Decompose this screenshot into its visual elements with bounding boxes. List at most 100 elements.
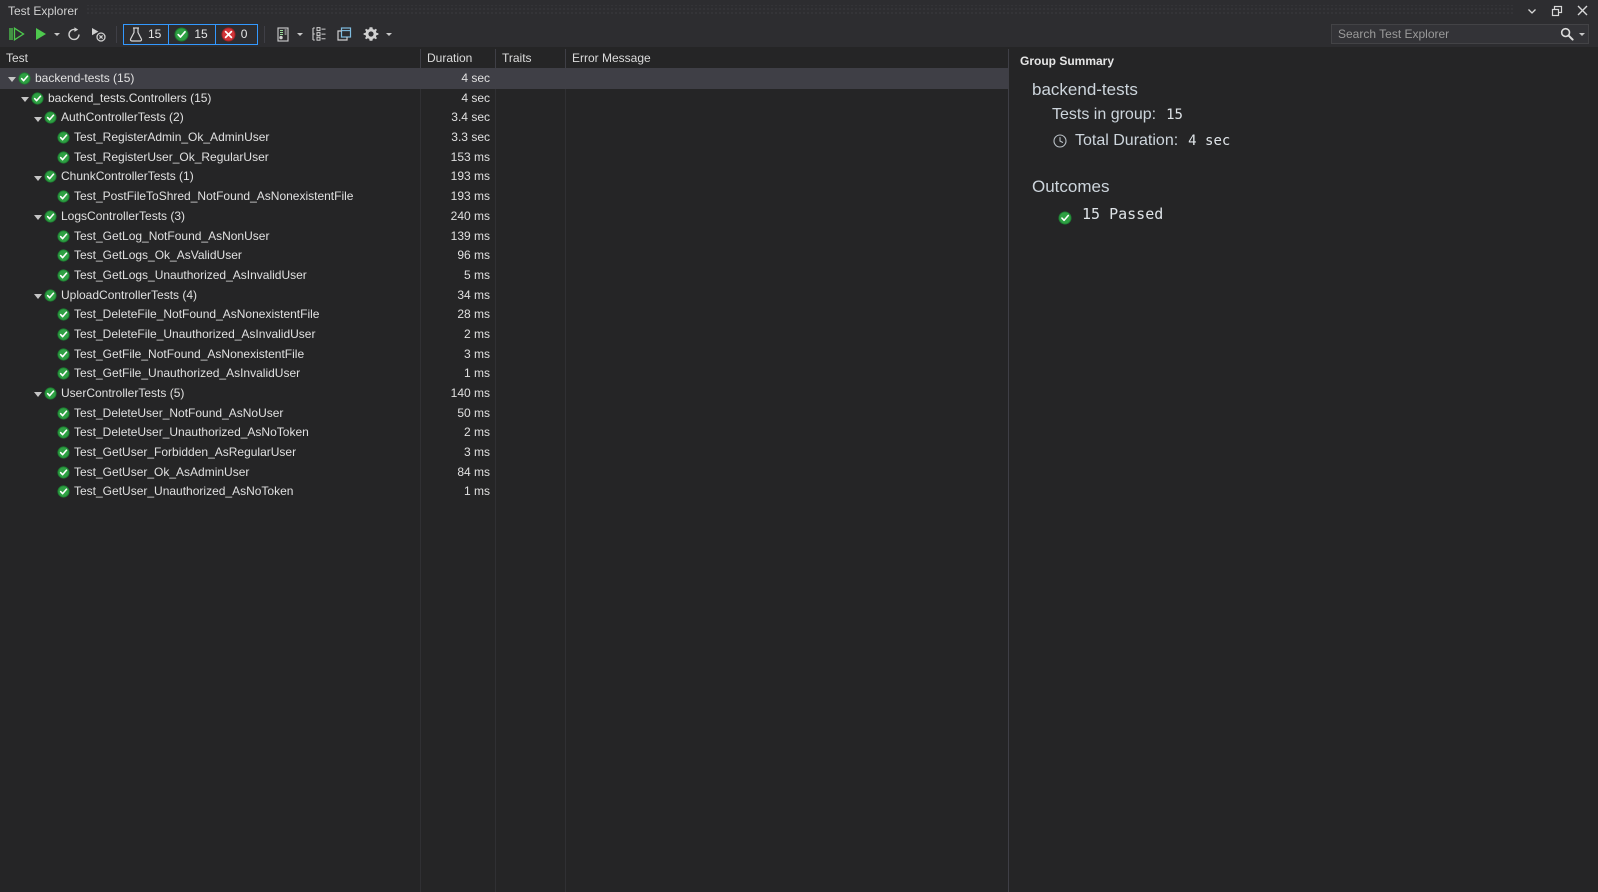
expander-triangle-icon[interactable] bbox=[32, 286, 43, 305]
test-tree-row[interactable]: AuthControllerTests (2) 3.4 sec bbox=[0, 108, 1008, 128]
failed-tests-counter[interactable]: 0 bbox=[216, 25, 257, 44]
test-duration: 3 ms bbox=[463, 346, 490, 361]
test-duration: 28 ms bbox=[457, 307, 490, 322]
test-duration: 153 ms bbox=[450, 149, 490, 164]
expander-triangle-icon[interactable] bbox=[32, 384, 43, 403]
test-name: UserControllerTests (5) bbox=[61, 386, 185, 400]
test-duration: 193 ms bbox=[450, 169, 490, 184]
test-name: backend-tests (15) bbox=[35, 71, 135, 85]
test-tree-row[interactable]: Test_DeleteUser_NotFound_AsNoUser 50 ms bbox=[0, 404, 1008, 424]
playlist-icon[interactable] bbox=[271, 23, 295, 45]
expander-triangle-icon[interactable] bbox=[6, 69, 17, 88]
passed-icon bbox=[57, 328, 71, 342]
settings-dropdown-caret[interactable] bbox=[384, 23, 395, 45]
test-tree-row[interactable]: Test_GetUser_Forbidden_AsRegularUser 3 ms bbox=[0, 443, 1008, 463]
passed-tests-counter[interactable]: 15 bbox=[169, 24, 216, 44]
test-duration: 193 ms bbox=[450, 189, 490, 204]
cancel-test-run-icon[interactable] bbox=[86, 23, 110, 45]
test-duration: 2 ms bbox=[463, 425, 490, 440]
test-name: backend_tests.Controllers (15) bbox=[48, 90, 212, 105]
gear-icon[interactable] bbox=[358, 23, 384, 45]
test-tree-row[interactable]: backend-tests (15) 4 sec bbox=[0, 69, 1008, 89]
toolbar: 15 15 0 bbox=[0, 21, 1598, 47]
test-tree-row[interactable]: Test_GetLogs_Unauthorized_AsInvalidUser 5… bbox=[0, 266, 1008, 286]
run-all-tests-icon[interactable] bbox=[5, 23, 29, 45]
expander-triangle-icon[interactable] bbox=[32, 168, 43, 187]
expander-triangle-icon[interactable] bbox=[19, 89, 30, 108]
search-icon[interactable] bbox=[1558, 27, 1576, 41]
run-tests-dropdown-caret[interactable] bbox=[51, 23, 62, 45]
passed-icon bbox=[44, 387, 58, 401]
test-tree-row[interactable]: Test_GetUser_Ok_AsAdminUser 84 ms bbox=[0, 463, 1008, 483]
test-tree-row[interactable]: Test_DeleteUser_Unauthorized_AsNoToken 2 … bbox=[0, 423, 1008, 443]
test-name: Test_GetFile_Unauthorized_AsInvalidUser bbox=[74, 366, 301, 381]
test-tree-row[interactable]: Test_DeleteFile_NotFound_AsNonexistentFi… bbox=[0, 305, 1008, 325]
restore-window-icon[interactable] bbox=[1550, 4, 1564, 18]
test-duration: 50 ms bbox=[457, 405, 490, 420]
test-name: Test_DeleteFile_NotFound_AsNonexistentFi… bbox=[74, 307, 320, 322]
pane-splitter[interactable] bbox=[1008, 49, 1009, 892]
repeat-last-run-icon[interactable] bbox=[62, 23, 86, 45]
passed-icon bbox=[57, 407, 71, 421]
test-name: Test_GetLogs_Unauthorized_AsInvalidUser bbox=[74, 267, 307, 282]
failed-tests-count: 0 bbox=[240, 27, 248, 41]
columns-icon[interactable] bbox=[332, 23, 358, 45]
test-name: Test_GetUser_Forbidden_AsRegularUser bbox=[74, 445, 297, 460]
test-tree-row[interactable]: Test_RegisterAdmin_Ok_AdminUser 3.3 sec bbox=[0, 128, 1008, 148]
passed-icon bbox=[44, 288, 58, 303]
test-tree-row[interactable]: Test_GetFile_Unauthorized_AsInvalidUser 1… bbox=[0, 364, 1008, 384]
group-summary-header: Group Summary bbox=[1020, 54, 1115, 68]
title-bar-drag-handle[interactable] bbox=[86, 5, 1515, 16]
test-duration: 3 ms bbox=[463, 445, 490, 460]
tests-in-group-row: Tests in group: 15 bbox=[1010, 102, 1598, 128]
column-header-error-message[interactable]: Error Message bbox=[565, 49, 1008, 68]
group-by-icon[interactable] bbox=[306, 23, 332, 45]
test-duration: 3.3 sec bbox=[451, 130, 490, 145]
search-dropdown-caret[interactable] bbox=[1576, 33, 1588, 36]
test-tree-grid[interactable]: backend-tests (15) 4 sec backend_tests.Con… bbox=[0, 69, 1008, 892]
expander-triangle-icon[interactable] bbox=[32, 207, 43, 226]
test-tree-row[interactable]: Test_PostFileToShred_NotFound_AsNonexist… bbox=[0, 187, 1008, 207]
group-summary-pane: Group Summary backend-tests Tests in gro… bbox=[1010, 49, 1598, 892]
window-title: Test Explorer bbox=[8, 3, 79, 18]
clock-icon bbox=[1052, 133, 1068, 149]
flask-icon bbox=[129, 26, 143, 42]
search-box[interactable] bbox=[1331, 24, 1589, 44]
test-tree-row[interactable]: Test_DeleteFile_Unauthorized_AsInvalidUs… bbox=[0, 325, 1008, 345]
total-duration-value: 4 sec bbox=[1188, 133, 1231, 149]
test-tree-row[interactable]: Test_GetFile_NotFound_AsNonexistentFile 3… bbox=[0, 345, 1008, 365]
passed-icon bbox=[57, 249, 71, 263]
passed-icon bbox=[44, 111, 58, 125]
test-tree-row[interactable]: ChunkControllerTests (1) 193 ms bbox=[0, 167, 1008, 187]
test-tree-row[interactable]: Test_GetLog_NotFound_AsNonUser 139 ms bbox=[0, 227, 1008, 247]
column-header-test[interactable]: Test bbox=[0, 49, 420, 68]
test-tree-row[interactable]: UserControllerTests (5) 140 ms bbox=[0, 384, 1008, 404]
test-name: Test_PostFileToShred_NotFound_AsNonexist… bbox=[74, 189, 354, 204]
test-tree-row[interactable]: Test_GetLogs_Ok_AsValidUser 96 ms bbox=[0, 246, 1008, 266]
test-tree-row[interactable]: backend_tests.Controllers (15) 4 sec bbox=[0, 89, 1008, 109]
total-tests-counter[interactable]: 15 bbox=[124, 24, 170, 44]
run-tests-icon[interactable] bbox=[29, 23, 51, 45]
toolbar-separator-2 bbox=[263, 25, 265, 43]
close-icon[interactable] bbox=[1575, 4, 1589, 18]
outcome-passed-text: 15 Passed bbox=[1082, 205, 1164, 223]
test-name: Test_GetUser_Ok_AsAdminUser bbox=[74, 464, 250, 479]
test-tree-row[interactable]: Test_GetUser_Unauthorized_AsNoToken 1 ms bbox=[0, 482, 1008, 502]
column-header-duration[interactable]: Duration bbox=[420, 49, 495, 68]
search-input[interactable] bbox=[1332, 25, 1558, 43]
passed-icon bbox=[57, 466, 71, 480]
passed-icon bbox=[57, 308, 71, 322]
chevron-down-icon[interactable] bbox=[1525, 4, 1539, 18]
test-name: ChunkControllerTests (1) bbox=[61, 169, 194, 184]
passed-icon bbox=[44, 170, 58, 184]
expander-triangle-icon[interactable] bbox=[32, 109, 43, 128]
test-tree-row[interactable]: LogsControllerTests (3) 240 ms bbox=[0, 207, 1008, 227]
column-header-traits[interactable]: Traits bbox=[495, 49, 565, 68]
window-controls bbox=[1525, 4, 1598, 18]
passed-icon bbox=[57, 446, 71, 460]
title-bar: Test Explorer bbox=[0, 0, 1598, 21]
test-tree-row[interactable]: UploadControllerTests (4) 34 ms bbox=[0, 286, 1008, 306]
test-name: Test_DeleteFile_Unauthorized_AsInvalidUs… bbox=[74, 326, 316, 341]
test-tree-row[interactable]: Test_RegisterUser_Ok_RegularUser 153 ms bbox=[0, 148, 1008, 168]
playlist-dropdown-caret[interactable] bbox=[295, 23, 306, 45]
